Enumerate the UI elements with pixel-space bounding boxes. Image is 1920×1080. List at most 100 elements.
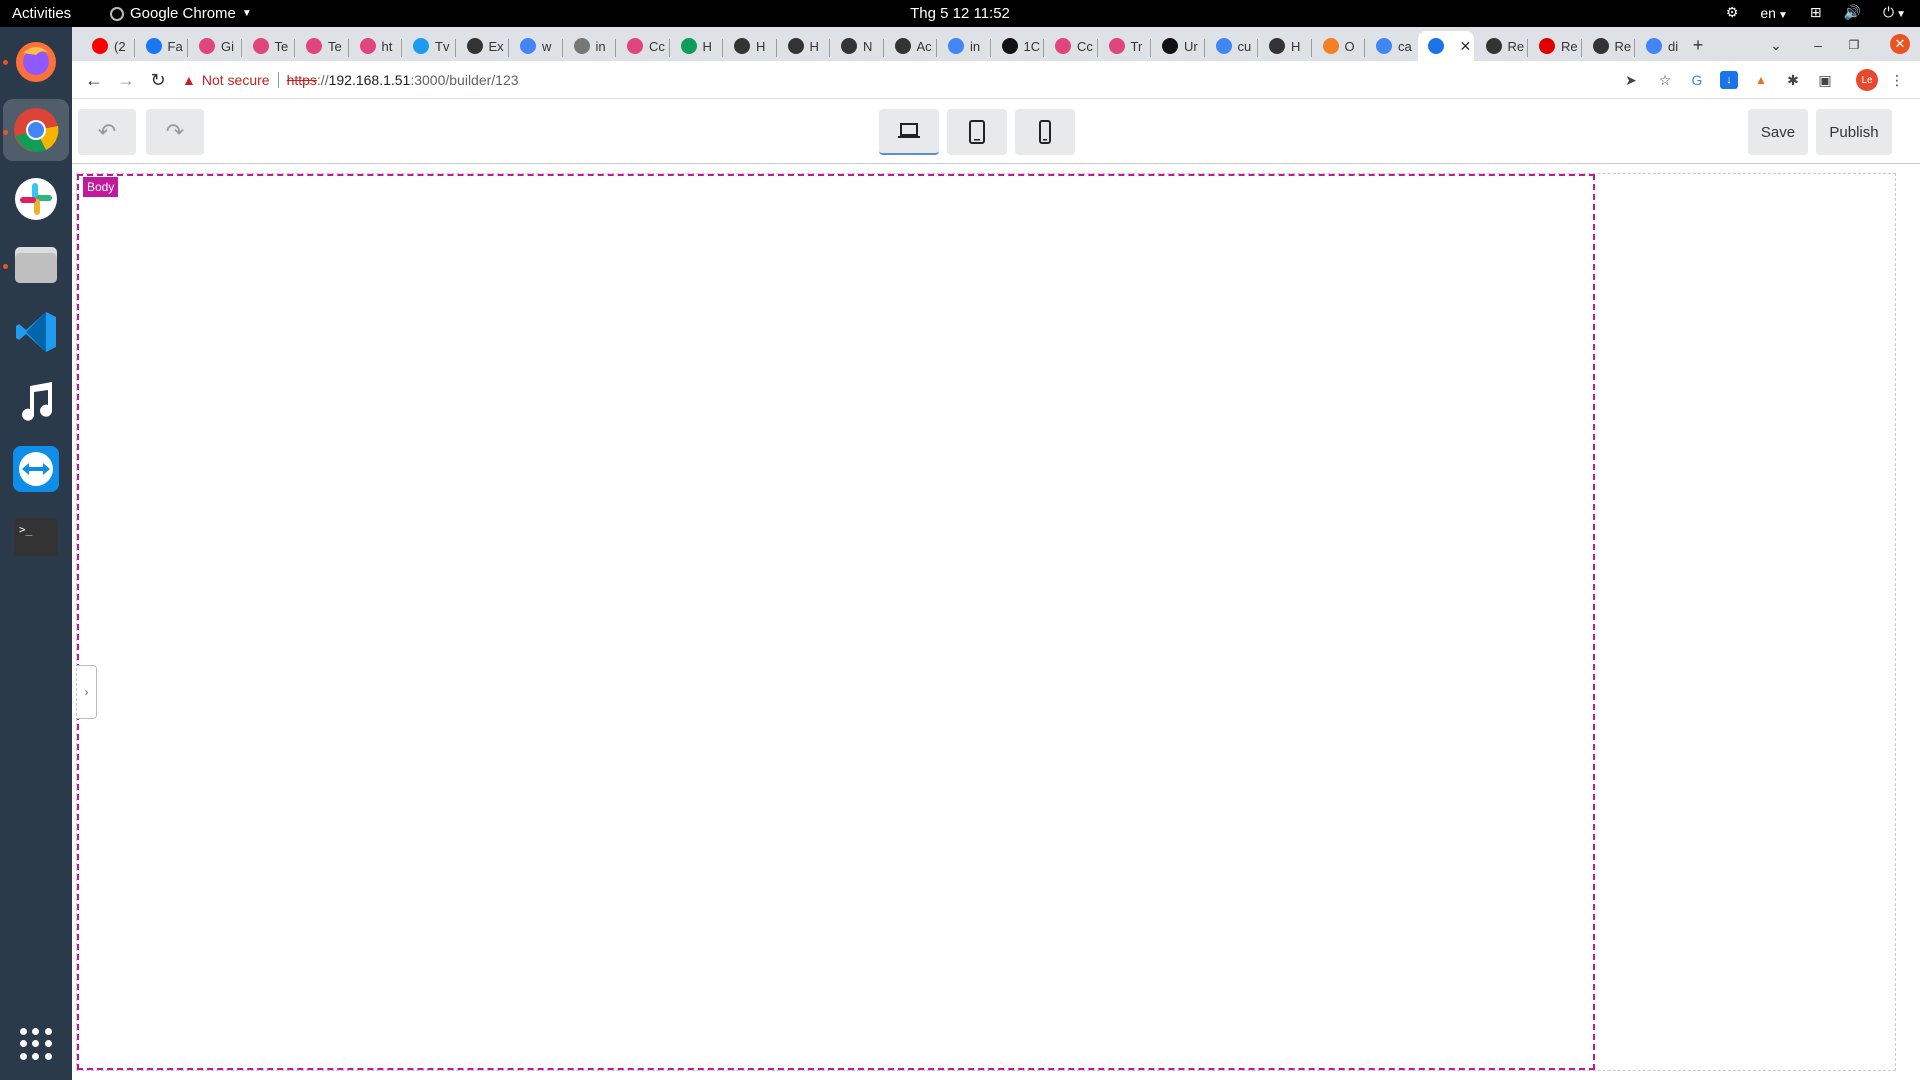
svg-text:>_: >_ (19, 523, 33, 536)
system-top-bar: Activities Google Chrome ▼ Thg 5 12 11:5… (0, 0, 1920, 27)
teamviewer-icon[interactable] (11, 444, 61, 494)
security-status[interactable]: Not secure (202, 72, 270, 88)
tab-close-icon[interactable]: ✕ (1460, 38, 1472, 55)
tab[interactable]: w (508, 31, 562, 61)
tab[interactable]: Fa (134, 31, 188, 61)
restore-button[interactable]: ❐ (1842, 33, 1866, 57)
desktop-view-button[interactable] (879, 109, 939, 155)
tab[interactable]: in (562, 31, 616, 61)
tab-search-button[interactable]: ⌄ (1764, 33, 1788, 57)
tab[interactable]: H (1257, 31, 1311, 61)
tab-favicon-icon (1001, 38, 1018, 54)
tab-label: Cc (649, 38, 665, 54)
tab[interactable]: Re (1527, 31, 1581, 61)
music-icon[interactable] (11, 375, 61, 425)
tab[interactable]: H (776, 31, 830, 61)
show-applications-icon[interactable] (20, 1028, 52, 1060)
power-icon[interactable]: ⏻ ▼ (1883, 4, 1906, 21)
tab[interactable]: in (936, 31, 990, 61)
tab-label: in (970, 38, 981, 54)
download-extension-icon[interactable]: ↓ (1720, 71, 1738, 89)
chrome-menu-icon[interactable]: ⋮ (1888, 71, 1906, 89)
language-indicator[interactable]: en ▼ (1760, 5, 1787, 21)
files-icon[interactable] (11, 240, 61, 290)
tablet-view-button[interactable] (947, 109, 1007, 155)
translate-extension-icon[interactable]: G (1688, 71, 1706, 89)
sidebar-toggle-button[interactable]: › (77, 665, 97, 719)
reload-button[interactable]: ↻ (146, 68, 170, 92)
tab[interactable]: Re (1474, 31, 1528, 61)
profile-avatar[interactable]: Le (1856, 69, 1878, 91)
tab-favicon-icon (1592, 38, 1609, 54)
vscode-icon[interactable] (11, 307, 61, 357)
tab-favicon-icon (413, 38, 429, 54)
tab-label: Ex (488, 38, 504, 54)
send-icon[interactable]: ➤ (1622, 71, 1640, 89)
minimize-button[interactable]: – (1806, 33, 1830, 57)
url-path: :3000/builder/123 (410, 72, 519, 88)
side-panel-icon[interactable]: ▣ (1816, 71, 1834, 89)
firefox-icon[interactable] (11, 37, 61, 87)
system-tray[interactable]: ⚙ en ▼ ⊞ 🔊 ⏻ ▼ (1726, 4, 1906, 21)
undo-button[interactable]: ↶ (78, 109, 136, 155)
new-tab-button[interactable]: + (1686, 33, 1710, 57)
bookmark-star-icon[interactable]: ☆ (1656, 71, 1674, 89)
save-button[interactable]: Save (1748, 109, 1808, 155)
builder-canvas[interactable]: Body › (76, 173, 1896, 1071)
tab-favicon-icon (1376, 38, 1392, 54)
tab[interactable]: Gi (187, 31, 241, 61)
extensions-puzzle-icon[interactable]: ✱ (1784, 71, 1802, 89)
tab[interactable]: Re (1581, 31, 1635, 61)
alert-extension-icon[interactable]: ▲ (1752, 71, 1770, 89)
tab-label: Ac (916, 38, 932, 54)
tab[interactable]: H (722, 31, 776, 61)
tab[interactable]: (2 (80, 31, 134, 61)
mobile-view-button[interactable] (1015, 109, 1075, 155)
tab[interactable]: Cc (615, 31, 669, 61)
builder-toolbar: ↶ ↷ Save Publish (72, 100, 1920, 164)
tab-favicon-icon (627, 38, 643, 54)
network-settings-icon[interactable]: ⚙ (1726, 4, 1739, 21)
tab[interactable]: Tr (1097, 31, 1151, 61)
tab[interactable]: Ur (1150, 31, 1204, 61)
running-indicator (3, 264, 8, 269)
tab-favicon-icon (1539, 38, 1555, 54)
network-icon[interactable]: ⊞ (1810, 4, 1822, 21)
tab-label: Tr (1130, 38, 1143, 54)
tab[interactable]: Ac (883, 31, 937, 61)
chrome-icon[interactable] (3, 99, 69, 161)
tab-favicon-icon (1215, 38, 1232, 54)
tab[interactable]: Tv (401, 31, 455, 61)
tab[interactable]: ht (348, 31, 402, 61)
volume-icon[interactable]: 🔊 (1844, 4, 1861, 21)
tab[interactable]: Cc (1043, 31, 1097, 61)
back-button[interactable]: ← (82, 68, 106, 92)
body-element[interactable]: Body (77, 174, 1595, 1070)
clock[interactable]: Thg 5 12 11:52 (0, 5, 1920, 22)
redo-button[interactable]: ↷ (146, 109, 204, 155)
tab-label: Re (1561, 38, 1578, 54)
terminal-icon[interactable]: >_ (11, 512, 61, 562)
tab[interactable]: Te (241, 31, 295, 61)
body-element-tag[interactable]: Body (83, 177, 119, 197)
slack-icon[interactable] (11, 174, 61, 224)
tab[interactable]: N (829, 31, 883, 61)
window-close-button[interactable]: ✕ (1890, 34, 1910, 54)
tab[interactable]: 1C (990, 31, 1044, 61)
address-bar[interactable]: ▲ Not secure https://192.168.1.51:3000/b… (182, 66, 1752, 94)
publish-button[interactable]: Publish (1816, 109, 1892, 155)
tab-label: Gi (221, 38, 234, 54)
forward-button[interactable]: → (114, 68, 138, 92)
tab[interactable]: ca (1364, 31, 1418, 61)
tab[interactable]: cu (1204, 31, 1258, 61)
running-indicator (3, 60, 8, 65)
tab-label: H (809, 38, 819, 54)
tab[interactable]: H (669, 31, 723, 61)
tab[interactable]: Te (294, 31, 348, 61)
tab-label: Te (328, 38, 342, 54)
tab[interactable]: Ex (455, 31, 509, 61)
tab[interactable]: di (1634, 31, 1688, 61)
tab-label: Ur (1184, 38, 1198, 54)
tab[interactable]: O (1311, 31, 1365, 61)
tab-active[interactable]: ✕ (1417, 31, 1474, 61)
